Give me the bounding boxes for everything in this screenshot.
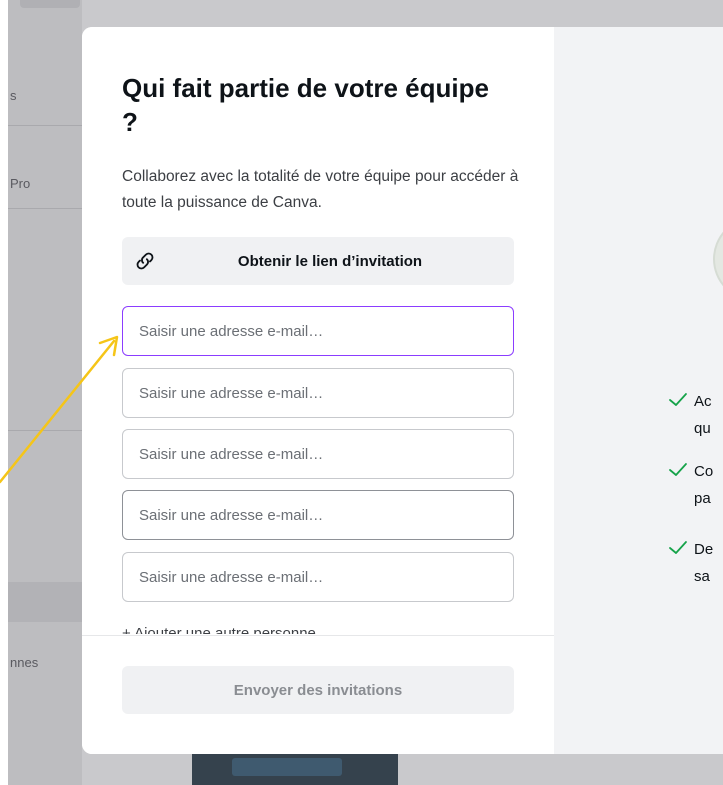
email-field-2[interactable] [122, 368, 514, 418]
add-person-link[interactable]: + Ajouter une autre personne [122, 623, 422, 634]
benefit-text: Co pa [694, 463, 714, 507]
benefits-pane: Ac qu Co pa De sa [554, 27, 723, 754]
modal-description: Collaborez avec la totalité de votre équ… [122, 168, 519, 211]
email-field-5[interactable] [122, 552, 514, 602]
background-divider [0, 430, 82, 431]
check-icon [669, 393, 687, 406]
get-invite-link-label: Obtenir le lien d’invitation [237, 252, 423, 270]
background-sidebar-text: Pro [10, 176, 31, 191]
check-icon [669, 463, 687, 476]
invite-team-modal: Qui fait partie de votre équipe ? Collab… [82, 27, 723, 754]
send-invitations-button[interactable]: Envoyer des invitations [122, 666, 514, 714]
background-selected-item [0, 582, 82, 622]
email-field-4[interactable] [122, 490, 514, 540]
window-edge [0, 0, 8, 785]
invite-form-pane: Qui fait partie de votre équipe ? Collab… [82, 27, 554, 754]
background-divider [0, 208, 82, 209]
benefit-text: Ac qu [694, 393, 712, 437]
background-topbar [20, 0, 80, 8]
check-icon [669, 541, 687, 554]
email-field-3[interactable] [122, 429, 514, 479]
benefit-text: De sa [694, 541, 714, 585]
modal-title: Qui fait partie de votre équipe ? [122, 73, 489, 137]
background-sidebar: s Pro nnes [0, 0, 82, 785]
get-invite-link-button[interactable]: Obtenir le lien d’invitation [122, 237, 514, 285]
email-field-1[interactable] [122, 306, 514, 356]
add-person-label: + Ajouter une autre personne [122, 625, 316, 634]
footer-divider [82, 635, 554, 636]
background-divider [0, 125, 82, 126]
background-sidebar-text: nnes [10, 655, 39, 670]
background-thumbnail-chip [232, 758, 342, 776]
background-sidebar-text: s [10, 88, 17, 103]
illustration-circle [713, 217, 723, 301]
